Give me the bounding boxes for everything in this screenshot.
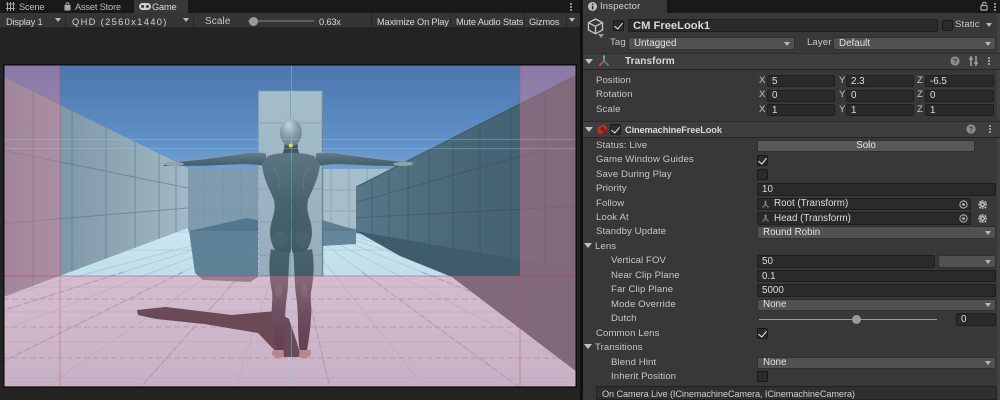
svg-text:?: ? [969,125,974,134]
svg-text:?: ? [953,57,958,66]
